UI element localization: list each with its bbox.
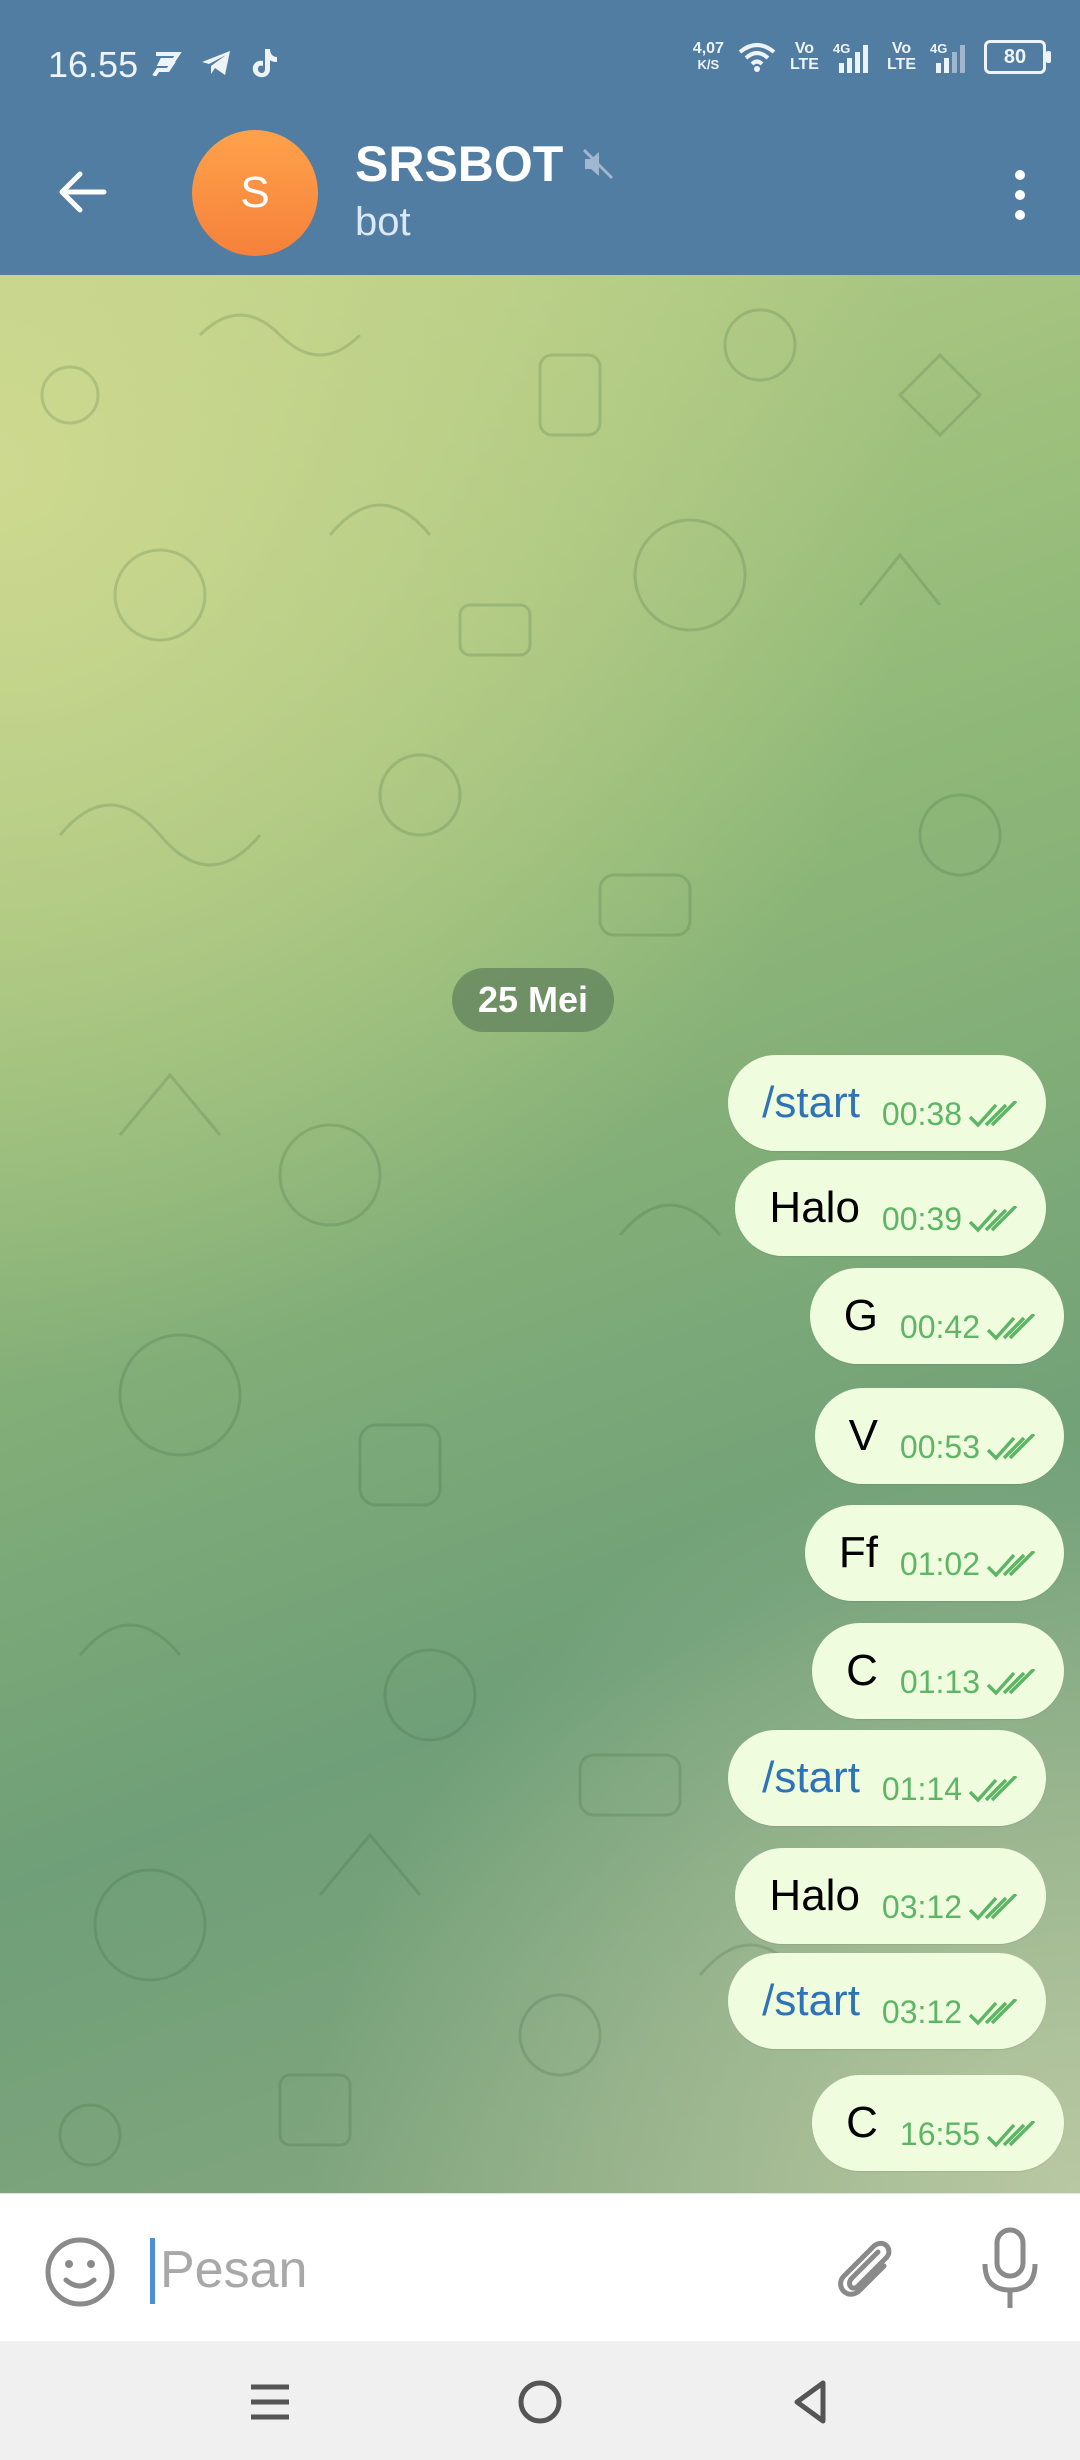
signal-4g-icon-2: 4G — [930, 41, 965, 73]
system-status-icons: 4,07 K/S Vo LTE 4G Vo LTE 4G 80 — [693, 40, 1051, 74]
tiktok-icon — [252, 49, 277, 78]
chat-title: SRSBOT — [355, 136, 564, 192]
menu-lines-icon[interactable] — [237, 2369, 303, 2435]
message-bubble[interactable]: /start 01:14 — [728, 1730, 1046, 1826]
chat-avatar[interactable]: S — [192, 130, 318, 256]
text-caret — [150, 2238, 155, 2304]
double-check-icon — [986, 2120, 1036, 2148]
message-meta: 16:55 — [900, 2116, 1038, 2153]
wifi-icon — [738, 43, 776, 72]
message-text: C — [846, 2098, 878, 2147]
double-check-icon — [968, 1893, 1018, 1921]
chat-subtitle: bot — [355, 200, 411, 244]
volte-label-2: Vo LTE — [886, 40, 916, 73]
more-options-button[interactable] — [1000, 160, 1040, 230]
message-input-bar: Pesan — [0, 2193, 1080, 2342]
double-check-icon — [968, 1205, 1018, 1233]
svg-text:4G: 4G — [930, 41, 947, 56]
message-time: 00:42 — [899, 1309, 980, 1345]
date-separator: 25 Mei — [452, 968, 615, 1032]
message-meta: 03:12 — [882, 1994, 1020, 2031]
network-speed-unit: K/S — [697, 57, 720, 72]
message-bubble[interactable]: V 00:53 — [814, 1388, 1064, 1484]
signal-4g-icon: 4G — [833, 41, 868, 73]
message-meta: 00:53 — [900, 1429, 1038, 1466]
double-check-icon — [986, 1433, 1036, 1461]
command-link[interactable]: /start — [762, 1730, 860, 1826]
back-button[interactable] — [50, 160, 114, 224]
message-bubble[interactable]: C 16:55 — [812, 2075, 1064, 2171]
system-navigation-bar — [0, 2341, 1080, 2460]
message-time: 03:12 — [881, 1994, 962, 2030]
app-notification-icon — [152, 52, 182, 76]
battery-icon: 80 — [984, 40, 1051, 74]
message-meta: 00:38 — [882, 1096, 1020, 1133]
svg-text:4G: 4G — [833, 41, 850, 56]
attach-icon[interactable] — [826, 2230, 906, 2310]
status-time: 16.55 — [48, 44, 139, 85]
command-link[interactable]: /start — [762, 1953, 860, 2049]
double-check-icon — [968, 1775, 1018, 1803]
message-time: 16:55 — [899, 2116, 980, 2152]
back-triangle-icon[interactable] — [777, 2369, 843, 2435]
message-text: Halo — [769, 1871, 860, 1920]
home-circle-icon[interactable] — [507, 2369, 573, 2435]
message-time: 01:02 — [899, 1546, 980, 1582]
message-bubble[interactable]: C 01:13 — [812, 1623, 1064, 1719]
message-bubble[interactable]: /start 03:12 — [728, 1953, 1046, 2049]
double-check-icon — [968, 1998, 1018, 2026]
more-dot-icon — [1015, 170, 1025, 180]
top-bar: 16.55 4,07 K/S Vo LTE 4G Vo LTE 4G 80 S … — [0, 0, 1080, 275]
message-meta: 00:39 — [882, 1201, 1020, 1238]
message-text: C — [846, 1646, 878, 1695]
double-check-icon — [986, 1550, 1036, 1578]
message-time: 03:12 — [881, 1889, 962, 1925]
message-meta: 01:02 — [900, 1546, 1038, 1583]
message-time: 01:13 — [899, 1664, 980, 1700]
message-time: 00:53 — [899, 1429, 980, 1465]
message-meta: 03:12 — [882, 1889, 1020, 1926]
microphone-icon[interactable] — [975, 2226, 1045, 2312]
arrow-left-icon — [59, 171, 107, 213]
double-check-icon — [968, 1100, 1018, 1128]
network-speed: 4,07 K/S — [693, 41, 724, 73]
message-bubble[interactable]: Ff 01:02 — [804, 1505, 1064, 1601]
volte-label-1: Vo LTE — [789, 40, 819, 73]
double-check-icon — [986, 1313, 1036, 1341]
chat-title-area[interactable]: SRSBOT — [355, 135, 615, 193]
network-speed-value: 4,07 — [692, 40, 724, 57]
message-bubble[interactable]: Halo 03:12 — [735, 1848, 1046, 1944]
double-check-icon — [986, 1668, 1036, 1696]
command-link[interactable]: /start — [762, 1055, 860, 1151]
muted-speaker-icon — [583, 148, 614, 180]
message-bubble[interactable]: Halo 00:39 — [735, 1160, 1046, 1256]
message-meta: 00:42 — [900, 1309, 1038, 1346]
chat-area[interactable]: 25 Mei /start 00:38 Halo 00:39 G 00:42 V 00:53 F… — [0, 275, 1080, 2193]
message-meta: 01:13 — [900, 1664, 1038, 1701]
message-meta: 01:14 — [882, 1771, 1020, 1808]
message-time: 00:38 — [881, 1096, 962, 1132]
battery-level: 80 — [1003, 45, 1027, 68]
message-input[interactable]: Pesan — [160, 2240, 307, 2300]
notification-icons — [152, 47, 278, 79]
message-text: Halo — [769, 1183, 860, 1232]
emoji-icon[interactable] — [42, 2234, 118, 2310]
message-text: V — [848, 1411, 878, 1460]
message-text: Ff — [838, 1528, 878, 1577]
message-text: G — [843, 1291, 878, 1340]
message-time: 00:39 — [881, 1201, 962, 1237]
message-bubble[interactable]: /start 00:38 — [728, 1055, 1046, 1151]
message-bubble[interactable]: G 00:42 — [809, 1268, 1064, 1364]
message-time: 01:14 — [881, 1771, 962, 1807]
more-dot-icon — [1015, 210, 1025, 220]
avatar-letter: S — [240, 168, 270, 217]
status-bar: 16.55 4,07 K/S Vo LTE 4G Vo LTE 4G 80 — [0, 0, 1080, 120]
telegram-icon — [202, 51, 230, 75]
more-dot-icon — [1015, 190, 1025, 200]
